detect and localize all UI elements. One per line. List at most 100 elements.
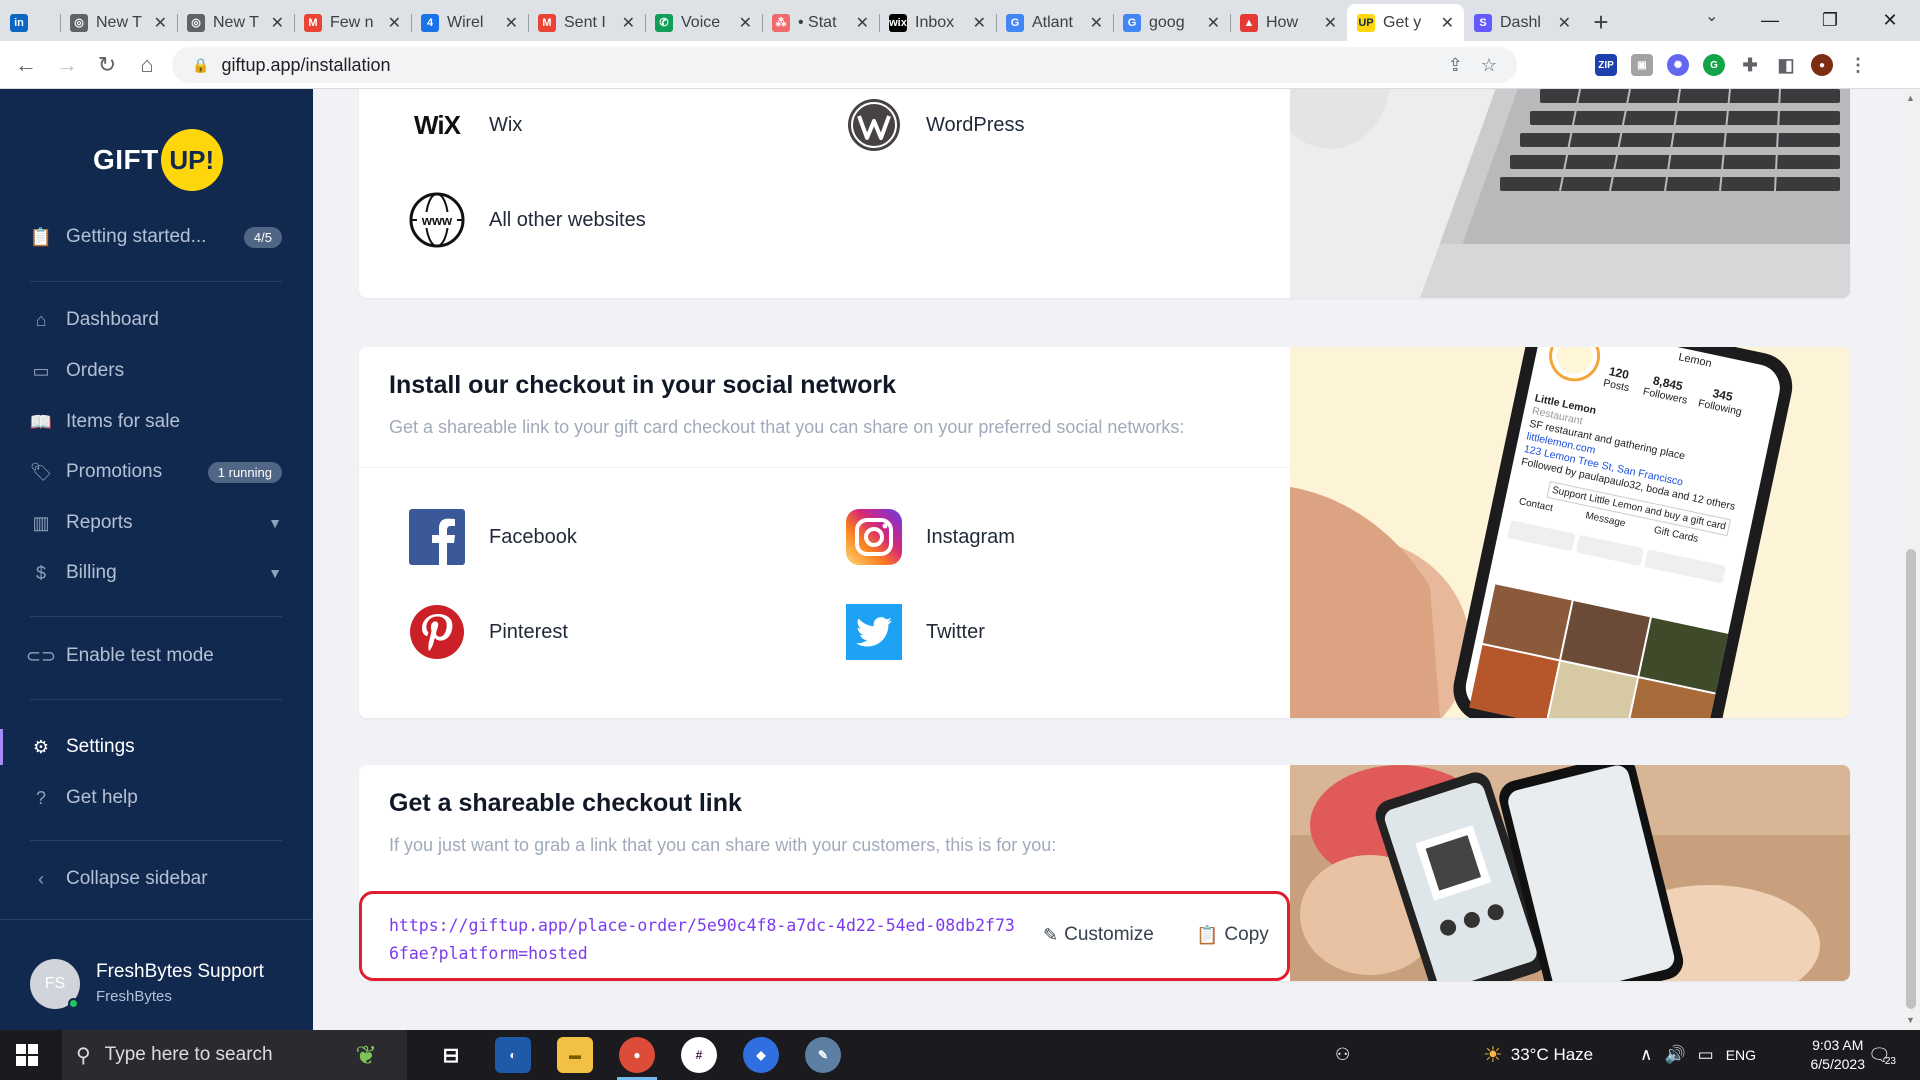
browser-tab[interactable]: ▲ How ✕: [1230, 4, 1347, 41]
bar-chart-icon: ▥: [32, 512, 50, 533]
tab-search-chevron-icon[interactable]: ⌄: [1705, 6, 1718, 26]
network-pinterest[interactable]: Pinterest: [409, 604, 568, 660]
menu-kebab-icon[interactable]: ⋮: [1847, 54, 1869, 76]
scroll-down-icon[interactable]: ▼: [1906, 1015, 1915, 1025]
file-explorer-icon[interactable]: ▬: [557, 1037, 593, 1073]
browser-tab[interactable]: wix Inbox ✕: [879, 4, 996, 41]
language-indicator[interactable]: ENG: [1726, 1047, 1756, 1063]
platform-wordpress[interactable]: WordPress: [846, 97, 1025, 153]
sidebar-item-settings[interactable]: ⚙ Settings: [30, 731, 282, 763]
bookmark-star-icon[interactable]: ☆: [1481, 55, 1497, 76]
browser-tab[interactable]: G Atlant ✕: [996, 4, 1113, 41]
reload-button[interactable]: ↻: [93, 51, 121, 79]
close-window-button[interactable]: ✕: [1860, 0, 1920, 41]
side-panel-icon[interactable]: ◧: [1775, 54, 1797, 76]
browser-tab[interactable]: ✆ Voice ✕: [645, 4, 762, 41]
close-icon[interactable]: ✕: [739, 13, 752, 33]
www-globe-icon: www: [409, 192, 465, 248]
windows-start-icon[interactable]: [16, 1044, 38, 1066]
network-label: Pinterest: [489, 620, 568, 643]
browser-tab[interactable]: UP Get y ✕: [1347, 4, 1464, 41]
close-icon[interactable]: ✕: [271, 13, 284, 33]
scroll-thumb[interactable]: [1906, 549, 1916, 1009]
zip-extension-icon[interactable]: ZIP: [1595, 54, 1617, 76]
sidebar-item-get-help[interactable]: ? Get help: [30, 782, 282, 814]
clipboard-icon: 📋: [1196, 924, 1219, 945]
share-icon[interactable]: ⇪: [1448, 55, 1463, 76]
close-icon[interactable]: ✕: [1441, 13, 1454, 33]
browser-tab[interactable]: Ggoog ✕: [1113, 4, 1230, 41]
network-twitter[interactable]: Twitter: [846, 604, 985, 660]
page-scrollbar[interactable]: ▲ ▼: [1902, 89, 1920, 1030]
sidebar-item-items-for-sale[interactable]: 📖 Items for sale: [30, 406, 282, 438]
close-icon[interactable]: ✕: [1090, 13, 1103, 33]
close-icon[interactable]: ✕: [856, 13, 869, 33]
tab-title: Wirel: [447, 13, 484, 31]
profile-avatar[interactable]: ●: [1811, 54, 1833, 76]
close-icon[interactable]: ✕: [154, 13, 167, 33]
battery-icon[interactable]: ▭: [1698, 1045, 1714, 1065]
sidebar-item-dashboard[interactable]: ⌂ Dashboard: [30, 304, 282, 336]
scroll-up-icon[interactable]: ▲: [1906, 93, 1915, 103]
shield-icon[interactable]: ◆: [743, 1037, 779, 1073]
volume-icon[interactable]: 🔊: [1664, 1045, 1685, 1065]
sidebar-item-orders[interactable]: ▭ Orders: [30, 355, 282, 387]
browser-tab[interactable]: ◎ New T ✕: [177, 4, 294, 41]
giftup-logo[interactable]: GIFT UP!: [93, 129, 223, 191]
image-extension-icon[interactable]: ▣: [1631, 54, 1653, 76]
browser-tab[interactable]: M Few n ✕: [294, 4, 411, 41]
minimize-button[interactable]: —: [1740, 0, 1800, 41]
laptop-image: [1270, 89, 1850, 298]
people-icon[interactable]: ⚇: [1335, 1030, 1350, 1080]
browser-tab[interactable]: S Dashl ✕: [1464, 4, 1581, 41]
sidebar-item-getting-started[interactable]: 📋 Getting started... 4/5: [30, 221, 282, 253]
copy-button[interactable]: 📋 Copy: [1196, 924, 1269, 946]
close-icon[interactable]: ✕: [1207, 13, 1220, 33]
lock-icon[interactable]: 🔒: [192, 57, 209, 74]
slack-icon[interactable]: #: [681, 1037, 717, 1073]
puzzle-extensions-icon[interactable]: ✚: [1739, 54, 1761, 76]
close-icon[interactable]: ✕: [973, 13, 986, 33]
browser-tab[interactable]: ◎ New T ✕: [60, 4, 177, 41]
divider: [30, 699, 282, 700]
close-icon[interactable]: ✕: [1558, 13, 1571, 33]
browser-tab[interactable]: in: [0, 4, 60, 41]
network-facebook[interactable]: Facebook: [409, 509, 577, 565]
grammarly-icon[interactable]: G: [1703, 54, 1725, 76]
sidebar-item-billing[interactable]: $ Billing ▼: [30, 557, 282, 589]
close-icon[interactable]: ✕: [1324, 13, 1337, 33]
help-circle-icon: ?: [35, 787, 46, 808]
weather-widget[interactable]: ☀ 33°C Haze: [1483, 1030, 1593, 1080]
url-field[interactable]: 🔒 giftup.app/installation ⇪ ☆: [172, 47, 1517, 83]
platform-other-websites[interactable]: www All other websites: [409, 192, 646, 248]
customize-button[interactable]: ✎ Customize: [1043, 924, 1154, 946]
new-tab-button[interactable]: +: [1581, 4, 1621, 41]
restore-button[interactable]: ❐: [1800, 0, 1860, 41]
home-button[interactable]: ⌂: [133, 51, 161, 79]
sidebar-item-collapse[interactable]: ‹ Collapse sidebar: [30, 863, 282, 895]
taskbar-search-input[interactable]: ⚲ Type here to search ❦: [62, 1030, 407, 1080]
app-icon[interactable]: ◐: [495, 1037, 531, 1073]
sidebar-item-promotions[interactable]: 🏷 Promotions 1 running: [30, 456, 282, 488]
close-icon[interactable]: ✕: [505, 13, 518, 33]
back-button[interactable]: ←: [12, 51, 40, 79]
checkout-link[interactable]: https://giftup.app/place-order/5e90c4f8-…: [389, 912, 1019, 968]
snowflake-extension-icon[interactable]: ✺: [1667, 54, 1689, 76]
network-instagram[interactable]: Instagram: [846, 509, 1015, 565]
paint-icon[interactable]: ✎: [805, 1037, 841, 1073]
clock[interactable]: 9:03 AM 6/5/2023: [1811, 1036, 1866, 1074]
browser-tab[interactable]: M Sent I ✕: [528, 4, 645, 41]
notifications-icon[interactable]: 🗨 23: [1868, 1030, 1896, 1080]
sidebar-item-test-mode[interactable]: ⊂⊃ Enable test mode: [26, 640, 282, 672]
browser-tab[interactable]: 4 Wirel ✕: [411, 4, 528, 41]
chrome-icon[interactable]: ●: [619, 1037, 655, 1073]
user-account[interactable]: FS FreshBytes Support FreshBytes: [0, 919, 313, 1030]
forward-button[interactable]: →: [53, 51, 81, 79]
sidebar-item-reports[interactable]: ▥ Reports ▼: [30, 507, 282, 539]
platform-wix[interactable]: WiX Wix: [409, 97, 522, 153]
task-view-icon[interactable]: ⊟: [433, 1037, 469, 1073]
browser-tab[interactable]: ⁂ • Stat ✕: [762, 4, 879, 41]
chevron-up-icon[interactable]: ∧: [1640, 1045, 1652, 1065]
close-icon[interactable]: ✕: [622, 13, 635, 33]
close-icon[interactable]: ✕: [388, 13, 401, 33]
